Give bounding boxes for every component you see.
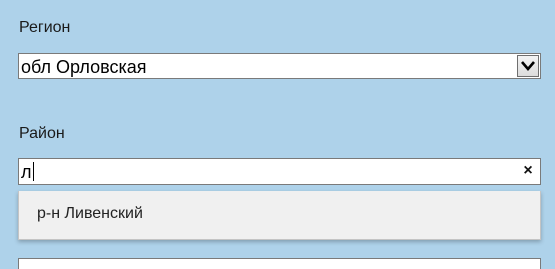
district-suggestions-list: р-н Ливенский: [18, 191, 541, 240]
close-icon[interactable]: ×: [520, 161, 536, 181]
address-form-panel: Регион обл Орловская Район л × р-н Ливен…: [0, 0, 555, 269]
next-field[interactable]: [18, 258, 541, 269]
text-caret: [32, 162, 34, 181]
region-select-toggle[interactable]: [517, 55, 539, 77]
chevron-down-icon: [521, 61, 535, 71]
region-label: Регион: [19, 19, 71, 36]
district-input-text: л: [21, 162, 34, 182]
region-select-value: обл Орловская: [21, 57, 147, 77]
district-label: Район: [19, 125, 65, 142]
district-input[interactable]: л ×: [18, 158, 541, 185]
suggestion-item[interactable]: р-н Ливенский: [37, 205, 143, 223]
district-input-value: л: [21, 162, 32, 182]
region-select[interactable]: обл Орловская: [18, 53, 541, 79]
